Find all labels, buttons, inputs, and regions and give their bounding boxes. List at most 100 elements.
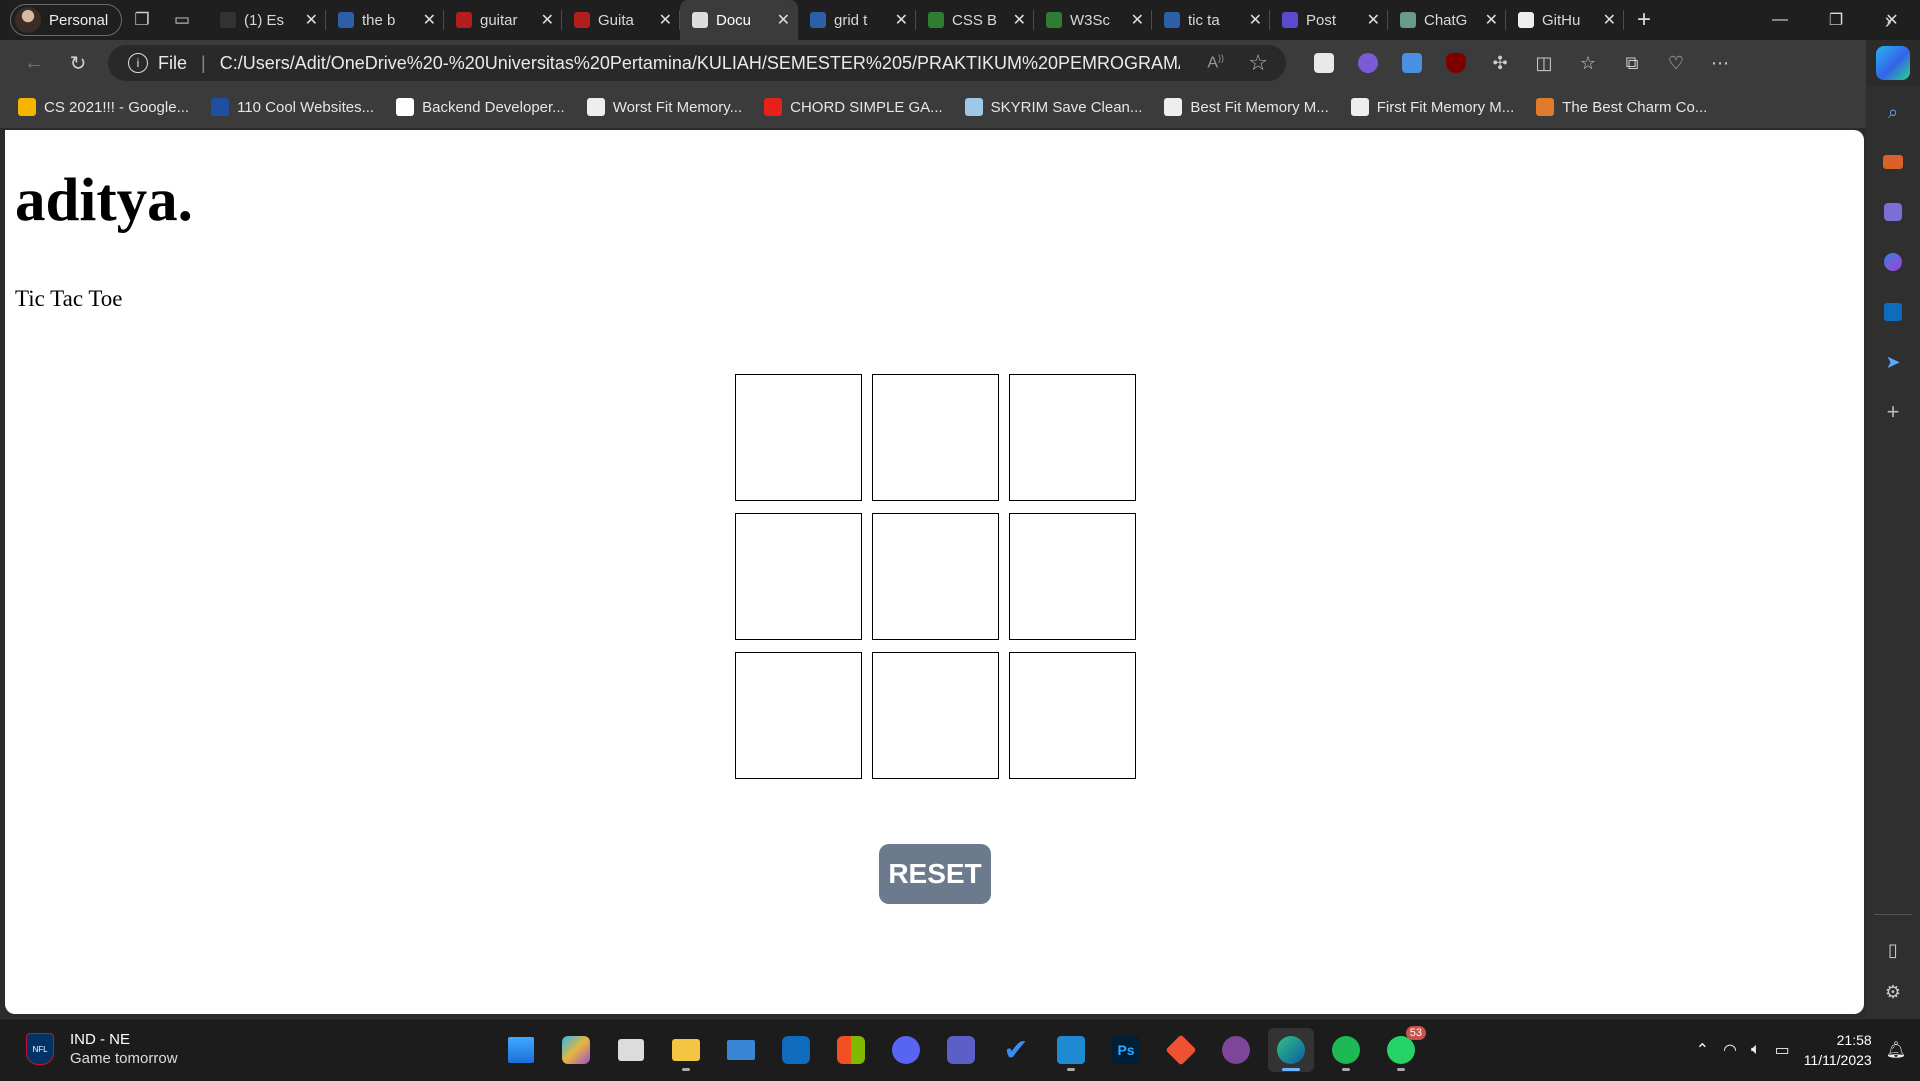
games-icon[interactable] [1881, 200, 1905, 224]
more-menu-icon[interactable]: ⋯ [1698, 43, 1742, 83]
board-cell-6[interactable] [1009, 513, 1136, 640]
tor-icon[interactable] [1213, 1028, 1259, 1072]
address-bar[interactable]: i File | C:/Users/Adit/OneDrive%20-%20Un… [108, 45, 1286, 81]
bookmark-item[interactable]: SKYRIM Save Clean... [964, 98, 1142, 116]
reset-button[interactable]: RESET [879, 844, 991, 904]
browser-tab[interactable]: Docu ✕ [680, 0, 798, 40]
teams-icon[interactable] [938, 1028, 984, 1072]
microsoft-store-icon[interactable] [828, 1028, 874, 1072]
bookmark-item[interactable]: Worst Fit Memory... [586, 98, 742, 116]
board-cell-7[interactable] [735, 652, 862, 779]
browser-tab[interactable]: ChatG ✕ [1388, 0, 1506, 40]
bookmark-item[interactable]: CHORD SIMPLE GA... [764, 98, 943, 116]
tab-close-icon[interactable]: ✕ [1131, 10, 1144, 30]
board-cell-9[interactable] [1009, 652, 1136, 779]
battery-icon[interactable]: ▭ [1775, 1040, 1790, 1060]
bookmark-item[interactable]: Backend Developer... [396, 98, 565, 116]
task-view-icon[interactable] [608, 1028, 654, 1072]
extensions-puzzle-icon[interactable]: ✣ [1478, 43, 1522, 83]
bookmark-item[interactable]: The Best Charm Co... [1536, 98, 1707, 116]
drop-icon[interactable]: ➤ [1881, 350, 1905, 374]
weather-widget[interactable]: NFL IND - NE Game tomorrow [26, 1031, 178, 1067]
refresh-icon[interactable]: ↻ [56, 43, 100, 83]
favorite-star-icon[interactable]: ☆ [1248, 50, 1268, 76]
read-aloud-icon[interactable]: A)) [1207, 53, 1224, 72]
board-cell-4[interactable] [735, 513, 862, 640]
volume-icon[interactable]: 🔈︎ [1751, 1041, 1761, 1059]
customize-sidebar-icon[interactable]: ⚙ [1881, 980, 1905, 1004]
wifi-icon[interactable]: ◠ [1723, 1040, 1737, 1060]
board-cell-3[interactable] [1009, 374, 1136, 501]
performance-icon[interactable]: ♡ [1654, 43, 1698, 83]
tools-icon[interactable] [1881, 150, 1905, 174]
ublock-icon[interactable] [1434, 43, 1478, 83]
extension-2-icon[interactable] [1346, 43, 1390, 83]
tab-close-icon[interactable]: ✕ [541, 10, 554, 30]
tab-close-icon[interactable]: ✕ [895, 10, 908, 30]
bookmark-item[interactable]: CS 2021!!! - Google... [18, 98, 189, 116]
browser-tab[interactable]: tic ta ✕ [1152, 0, 1270, 40]
split-screen-icon[interactable]: ◫ [1522, 43, 1566, 83]
microsoft-365-icon[interactable] [1881, 250, 1905, 274]
edge-icon[interactable] [1268, 1028, 1314, 1072]
extension-1-icon[interactable] [1302, 43, 1346, 83]
favorites-icon[interactable]: ☆ [1566, 43, 1610, 83]
photoshop-icon[interactable]: Ps [1103, 1028, 1149, 1072]
browser-tab[interactable]: Guita ✕ [562, 0, 680, 40]
new-tab-button[interactable]: + [1624, 0, 1664, 40]
hide-sidebar-icon[interactable]: ▯ [1881, 938, 1905, 962]
tab-close-icon[interactable]: ✕ [423, 10, 436, 30]
file-explorer-icon[interactable] [663, 1028, 709, 1072]
discord-icon[interactable] [883, 1028, 929, 1072]
url-text[interactable]: C:/Users/Adit/OneDrive%20-%20Universitas… [220, 53, 1180, 74]
tab-close-icon[interactable]: ✕ [1603, 10, 1616, 30]
close-window-icon[interactable]: ✕ [1864, 0, 1920, 40]
tab-close-icon[interactable]: ✕ [1249, 10, 1262, 30]
browser-tab[interactable]: Post ✕ [1270, 0, 1388, 40]
add-sidebar-app-icon[interactable]: + [1881, 399, 1905, 424]
search-icon[interactable]: ⌕ [1881, 100, 1905, 124]
git-icon[interactable] [1158, 1028, 1204, 1072]
browser-tab[interactable]: W3Sc ✕ [1034, 0, 1152, 40]
bookmark-item[interactable]: First Fit Memory M... [1350, 98, 1514, 116]
show-hidden-icons-chevron[interactable]: ⌃ [1696, 1040, 1709, 1060]
minimize-icon[interactable]: — [1752, 0, 1808, 40]
restore-icon[interactable]: ❐ [1808, 0, 1864, 40]
back-icon[interactable]: ← [12, 43, 56, 83]
workspaces-icon[interactable]: ❐ [122, 0, 162, 40]
tab-close-icon[interactable]: ✕ [1367, 10, 1380, 30]
outlook-icon[interactable] [1881, 300, 1905, 324]
profile-button[interactable]: Personal [10, 4, 122, 36]
outlook-new-icon[interactable] [773, 1028, 819, 1072]
browser-tab[interactable]: GitHu ✕ [1506, 0, 1624, 40]
board-cell-5[interactable] [872, 513, 999, 640]
bookmarks-overflow-icon[interactable]: › [1885, 8, 1892, 34]
tab-close-icon[interactable]: ✕ [305, 10, 318, 30]
tab-close-icon[interactable]: ✕ [1013, 10, 1026, 30]
browser-tab[interactable]: (1) Es ✕ [208, 0, 326, 40]
tab-close-icon[interactable]: ✕ [1485, 10, 1498, 30]
todo-icon[interactable]: ✔ [993, 1028, 1039, 1072]
browser-tab[interactable]: the b ✕ [326, 0, 444, 40]
browser-tab[interactable]: CSS B ✕ [916, 0, 1034, 40]
bookmark-item[interactable]: 110 Cool Websites... [211, 98, 374, 116]
vscode-icon[interactable] [1048, 1028, 1094, 1072]
collections-icon[interactable]: ⧉ [1610, 43, 1654, 83]
start-button[interactable] [498, 1028, 544, 1072]
board-cell-8[interactable] [872, 652, 999, 779]
copilot-icon[interactable] [1876, 46, 1910, 80]
tab-close-icon[interactable]: ✕ [777, 10, 790, 30]
copilot-preview-icon[interactable] [553, 1028, 599, 1072]
whatsapp-icon[interactable]: 53 [1378, 1026, 1426, 1072]
browser-tab[interactable]: grid t ✕ [798, 0, 916, 40]
extension-3-icon[interactable] [1390, 43, 1434, 83]
notifications-icon[interactable]: 🔔︎ [1886, 1040, 1906, 1060]
bookmark-item[interactable]: Best Fit Memory M... [1164, 98, 1329, 116]
board-cell-1[interactable] [735, 374, 862, 501]
tab-actions-icon[interactable]: ▭ [162, 0, 202, 40]
mail-icon[interactable] [718, 1028, 764, 1072]
clock[interactable]: 21:58 11/11/2023 [1804, 1030, 1872, 1070]
board-cell-2[interactable] [872, 374, 999, 501]
tab-close-icon[interactable]: ✕ [659, 10, 672, 30]
site-info-icon[interactable]: i [128, 53, 148, 73]
